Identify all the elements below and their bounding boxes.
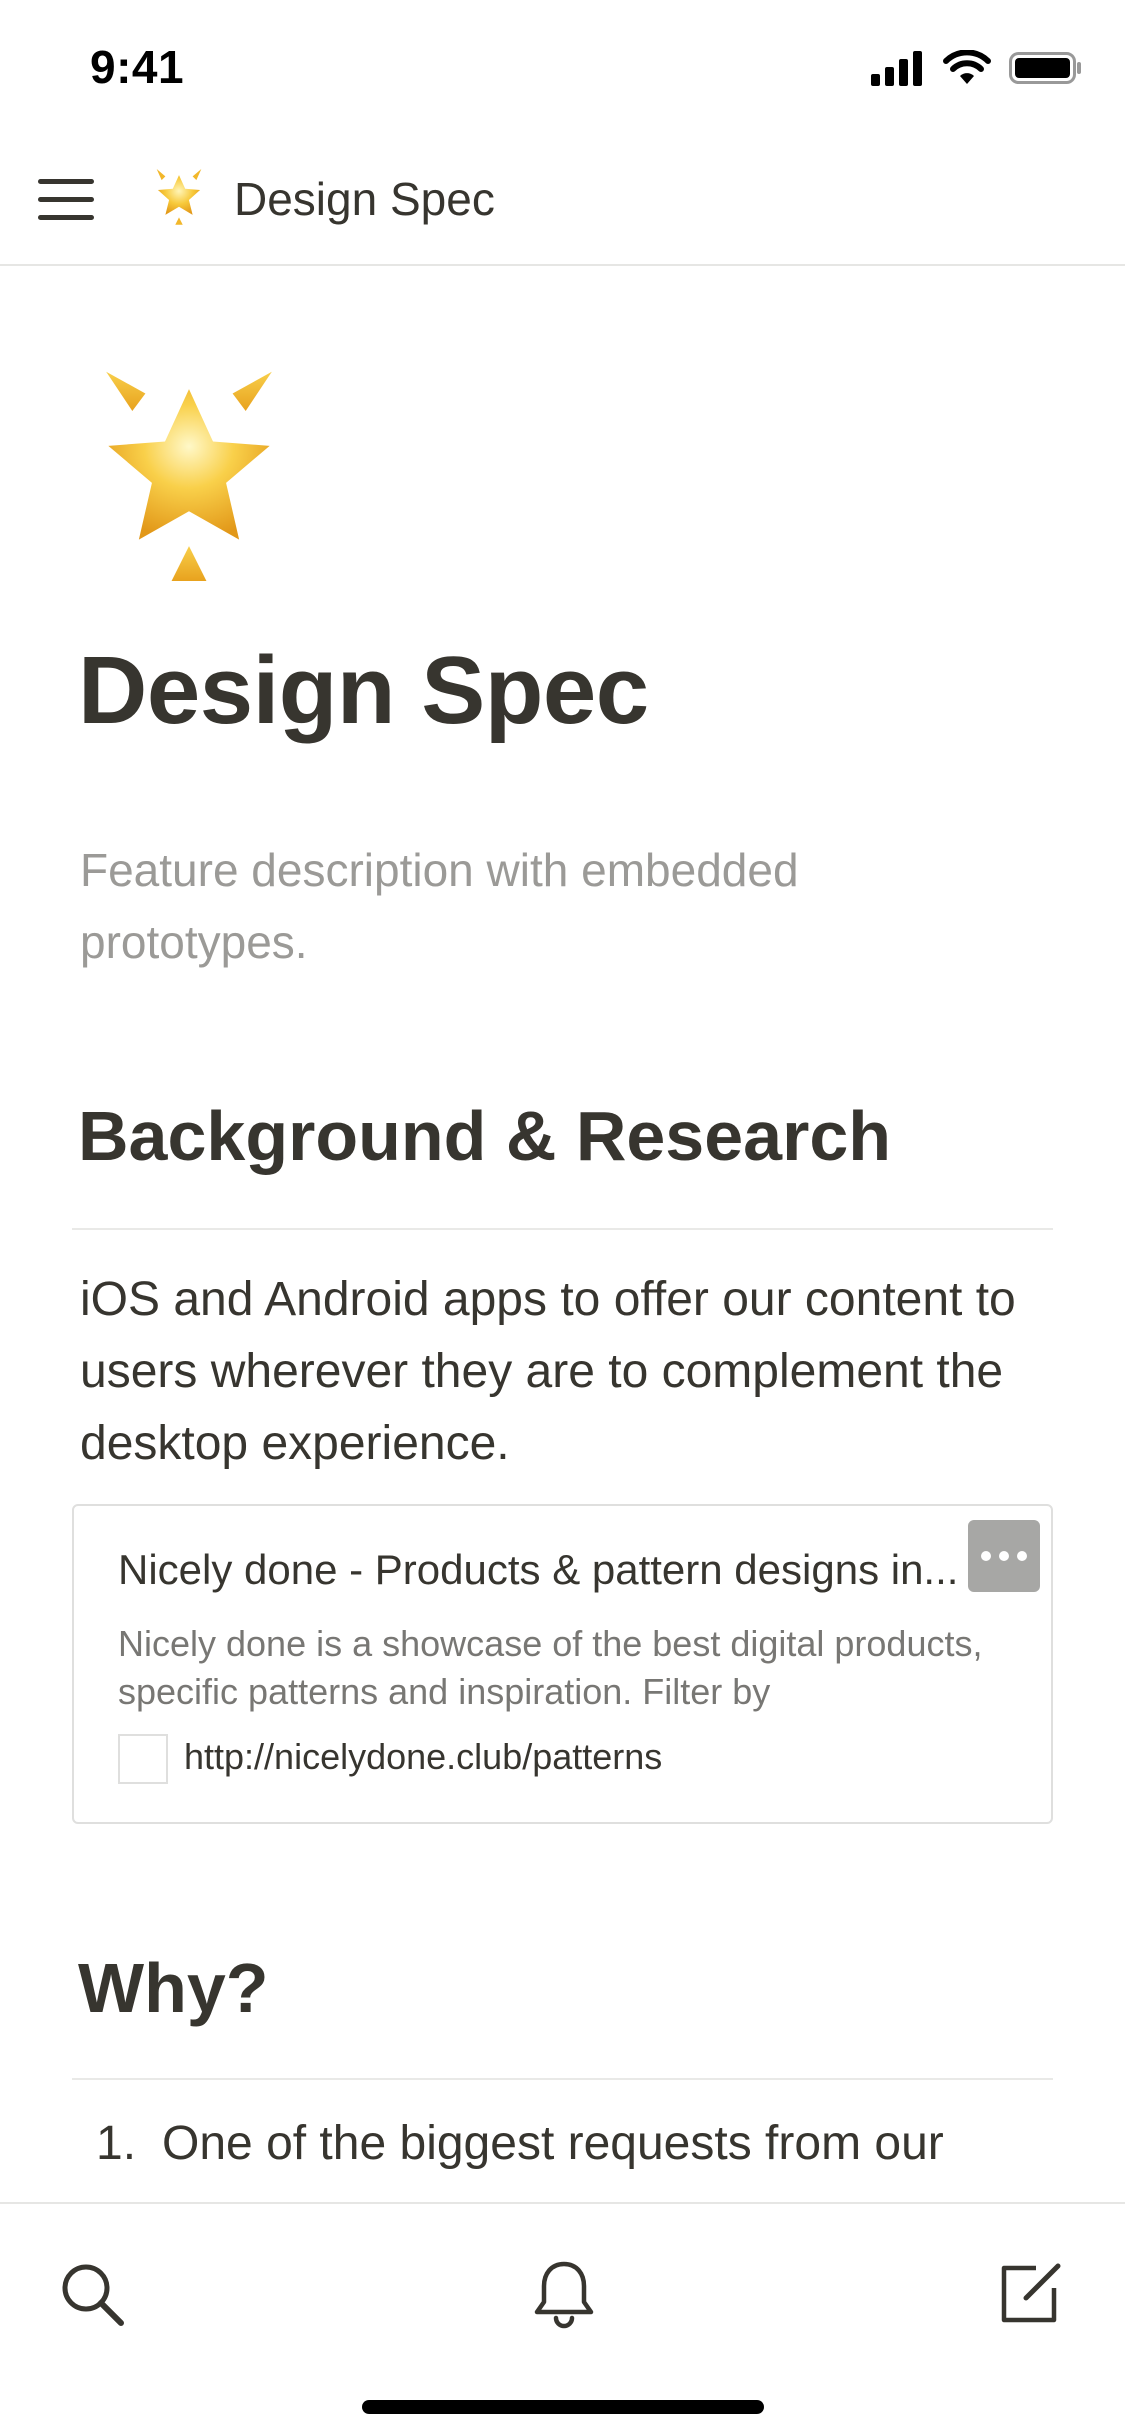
nav-page-title[interactable]: Design Spec xyxy=(234,172,495,226)
bell-icon[interactable] xyxy=(524,2254,604,2334)
heading-divider xyxy=(72,1228,1053,1230)
list-number: 1. xyxy=(96,2117,137,2170)
heading-divider xyxy=(72,2078,1053,2080)
app-screen: 9:41 Design Spec Design Spec Feature des… xyxy=(0,0,1125,2436)
page-icon-small[interactable] xyxy=(148,164,210,226)
status-bar: 9:41 xyxy=(0,0,1125,132)
compose-icon[interactable] xyxy=(990,2254,1070,2334)
home-indicator[interactable] xyxy=(362,2400,764,2414)
bookmark-description: Nicely done is a showcase of the best di… xyxy=(118,1623,983,1712)
wifi-icon xyxy=(943,48,991,91)
status-icons xyxy=(871,48,1083,91)
hamburger-menu-icon[interactable] xyxy=(36,170,96,230)
top-nav-bar: Design Spec xyxy=(0,132,1125,266)
heading-background-research[interactable]: Background & Research xyxy=(78,1096,891,1176)
page-description[interactable]: Feature description with embedded protot… xyxy=(80,834,1020,978)
page-content: Design Spec Feature description with emb… xyxy=(0,266,1125,2204)
heading-why[interactable]: Why? xyxy=(78,1948,269,2028)
favicon-placeholder xyxy=(118,1734,168,1784)
status-time: 9:41 xyxy=(90,41,185,93)
more-options-icon[interactable] xyxy=(968,1520,1040,1592)
bottom-tab-bar xyxy=(0,2202,1125,2436)
list-item-text: One of the biggest requests from our xyxy=(162,2117,944,2170)
bookmark-title: Nicely done - Products & pattern designs… xyxy=(118,1546,959,1593)
search-icon[interactable] xyxy=(52,2254,132,2334)
bookmark-url: http://nicelydone.club/patterns xyxy=(184,1736,663,1777)
battery-icon xyxy=(1009,50,1083,91)
page-title[interactable]: Design Spec xyxy=(78,636,649,746)
list-item[interactable]: 1. One of the biggest requests from our xyxy=(96,2116,944,2171)
background-paragraph[interactable]: iOS and Android apps to offer our conten… xyxy=(80,1264,1060,1480)
cellular-signal-icon xyxy=(871,50,925,91)
page-icon[interactable] xyxy=(80,358,298,586)
bookmark-card[interactable]: Nicely done - Products & pattern designs… xyxy=(72,1504,1053,1824)
